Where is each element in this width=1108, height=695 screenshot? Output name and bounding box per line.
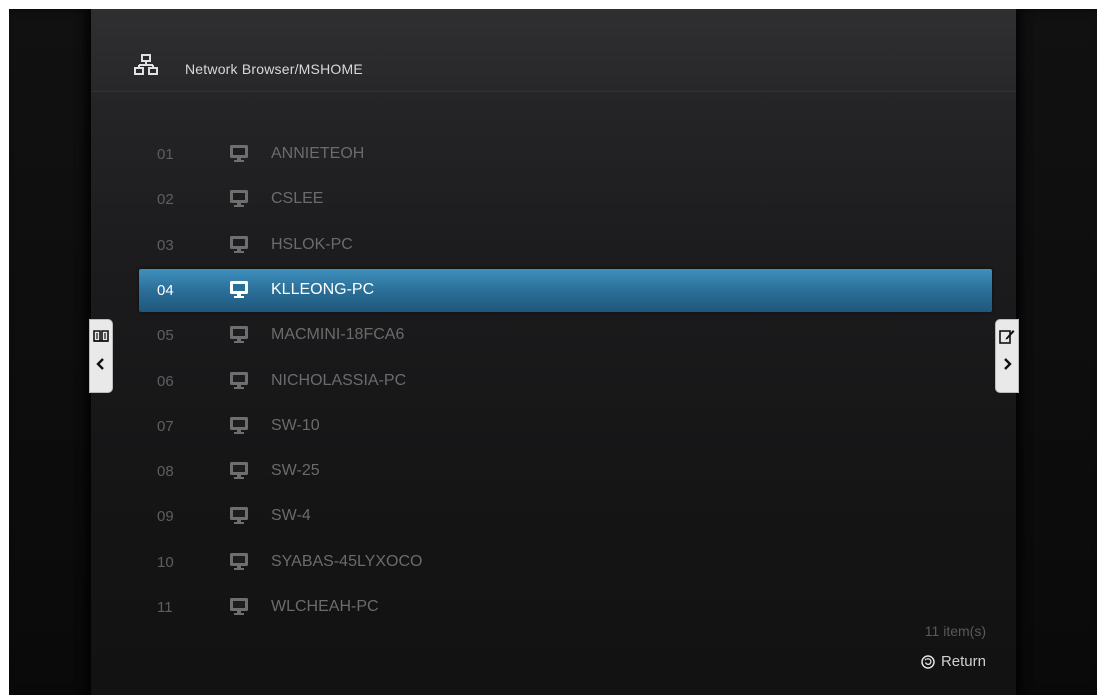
list-item[interactable]: 07 SW-10 (139, 405, 992, 448)
computer-icon (230, 598, 248, 615)
list-item[interactable]: 04 KLLEONG-PC (139, 268, 992, 312)
chevron-left-icon (96, 358, 104, 370)
computer-name: SYABAS-45LYXOCO (271, 552, 423, 570)
computer-name: NICHOLASSIA-PC (271, 371, 407, 389)
item-number: 06 (157, 372, 174, 390)
left-margin (9, 9, 91, 695)
computer-icon (230, 190, 248, 208)
computer-name: ANNIETEOH (271, 145, 365, 162)
next-tab[interactable] (995, 319, 1019, 393)
computer-icon (230, 507, 248, 525)
computer-icon (230, 280, 248, 298)
item-number: 02 (157, 191, 174, 209)
return-icon (921, 654, 935, 669)
item-count: 11 item(s) (924, 623, 986, 639)
edit-icon (999, 330, 1015, 344)
item-number: 03 (157, 236, 174, 254)
computer-name: SW-4 (271, 507, 311, 525)
computer-name: HSLOK-PC (271, 235, 353, 253)
item-number: 01 (157, 146, 174, 163)
item-number: 07 (157, 417, 174, 435)
right-margin (1015, 9, 1097, 695)
return-button[interactable]: Return (921, 653, 986, 670)
computer-name: KLLEONG-PC (271, 280, 375, 298)
list-item[interactable]: 10 SYABAS-45LYXOCO (139, 541, 992, 584)
computer-name: SW-10 (271, 416, 320, 434)
list-item[interactable]: 01 ANNIETEOH (139, 133, 992, 176)
list-item[interactable]: 03 HSLOK-PC (139, 224, 992, 267)
computer-icon (230, 371, 248, 389)
computer-icon (230, 326, 248, 344)
computer-icon (230, 552, 248, 570)
network-icon (134, 54, 158, 75)
list-item[interactable]: 06 NICHOLASSIA-PC (139, 360, 992, 403)
item-number: 05 (157, 327, 174, 345)
item-number: 10 (157, 553, 174, 571)
item-number: 11 (157, 599, 173, 616)
browser-panel: Network Browser/MSHOME 01 ANNIETEOH 02 CSLE… (91, 9, 1016, 695)
previous-tab[interactable] (89, 319, 113, 393)
tv-screen: Network Browser/MSHOME 01 ANNIETEOH 02 CSLE… (9, 9, 1097, 695)
computer-name: SW-25 (271, 462, 320, 480)
header-bar: Network Browser/MSHOME (91, 9, 1016, 92)
list-item[interactable]: 08 SW-25 (139, 450, 992, 493)
chevron-right-icon (1004, 358, 1012, 370)
list-item[interactable]: 05 MACMINI-18FCA6 (139, 314, 992, 357)
item-number: 08 (157, 463, 174, 481)
computer-icon (230, 235, 248, 253)
book-icon (93, 330, 109, 342)
item-number: 04 (157, 281, 174, 299)
list-item[interactable]: 11 WLCHEAH-PC (139, 586, 992, 629)
computer-icon (230, 462, 248, 480)
computer-name: CSLEE (271, 190, 324, 208)
computer-icon (230, 416, 248, 434)
computer-icon (230, 145, 248, 162)
list-item[interactable]: 02 CSLEE (139, 178, 992, 221)
computer-name: MACMINI-18FCA6 (271, 326, 405, 344)
page-title: Network Browser/MSHOME (185, 61, 363, 77)
list-item[interactable]: 09 SW-4 (139, 495, 992, 538)
item-number: 09 (157, 508, 174, 526)
return-label: Return (940, 653, 986, 670)
computer-name: WLCHEAH-PC (271, 598, 379, 615)
